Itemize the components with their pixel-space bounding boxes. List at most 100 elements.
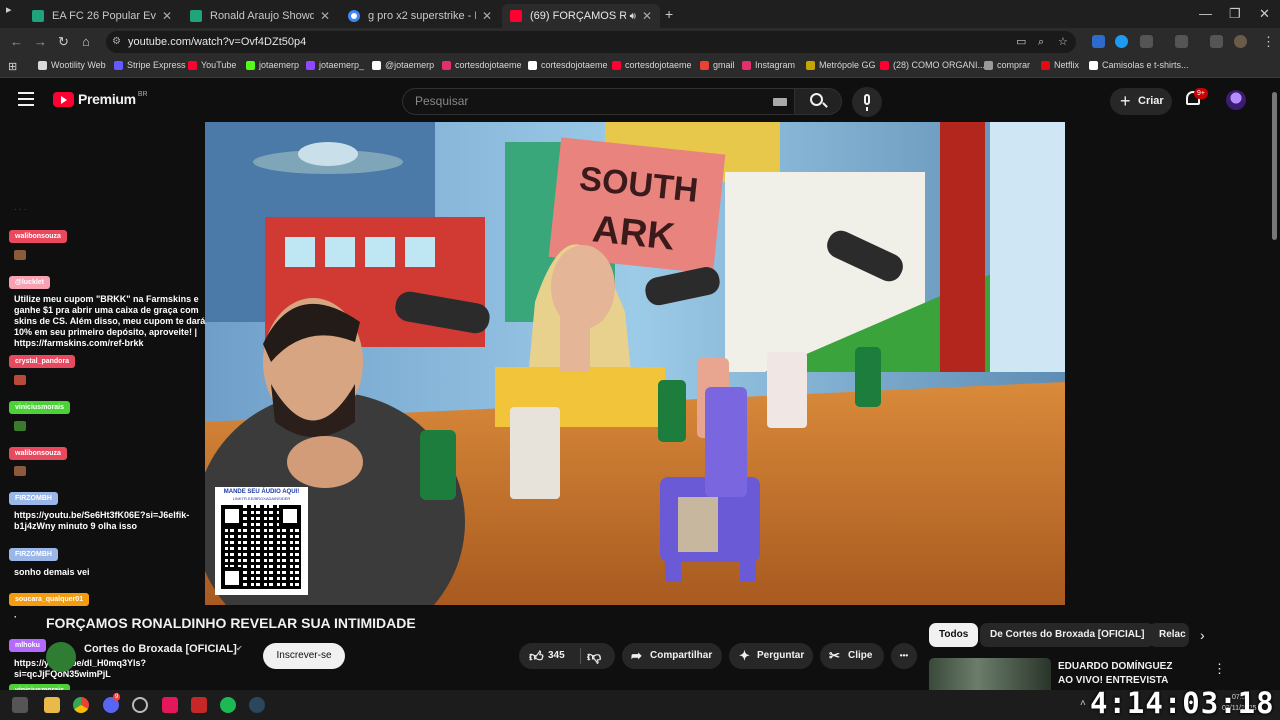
zoom-icon[interactable]: ⌕ <box>1038 31 1044 53</box>
hamburger-menu-icon[interactable] <box>18 92 34 106</box>
chat-username[interactable]: mlhoku <box>9 639 46 652</box>
chat-username[interactable]: FIRZOMBH <box>9 492 58 505</box>
profile-corner-icon[interactable]: ▸ <box>6 3 16 17</box>
like-count: 345 <box>548 650 565 661</box>
windows-start-icon[interactable] <box>12 697 28 713</box>
steam-icon[interactable] <box>249 697 265 713</box>
next-video-menu-icon[interactable]: ⋮ <box>1213 661 1226 677</box>
bookmark-label: YouTube <box>201 60 237 70</box>
reading-list-icon[interactable] <box>1210 35 1223 48</box>
bookmark-item[interactable]: jotaemerp <box>246 60 299 70</box>
bookmark-item[interactable]: cortesdojotaeme <box>612 60 692 70</box>
subscribe-button[interactable]: Inscrever-se <box>263 643 345 669</box>
address-bar[interactable]: ⚙︎ youtube.com/watch?v=Ovf4DZt50p4 ▭ ⌕ ☆ <box>106 31 1076 53</box>
chat-message: · <box>14 612 17 622</box>
apps-grid-icon[interactable]: ⊞ <box>8 60 17 73</box>
bookmark-item[interactable]: gmail <box>700 60 735 70</box>
tab-close-icon[interactable]: ✕ <box>162 9 172 23</box>
bookmark-item[interactable]: cortesdojotaeme <box>528 60 608 70</box>
close-window-icon[interactable]: ✕ <box>1259 6 1270 22</box>
search-input[interactable]: Pesquisar <box>402 88 794 115</box>
red-app-icon[interactable] <box>191 697 207 713</box>
new-tab-button[interactable]: + <box>665 6 673 22</box>
profile-avatar-icon[interactable] <box>1234 35 1247 48</box>
bookmark-item[interactable]: YouTube <box>188 60 236 70</box>
chip-all[interactable]: Todos <box>929 623 979 647</box>
bookmark-label: Metrópole GG <box>819 60 876 70</box>
chat-username[interactable]: walibonsouza <box>9 230 67 243</box>
chevron-right-icon[interactable]: › <box>1200 627 1205 643</box>
chat-username[interactable]: crystal_pandora <box>9 355 76 368</box>
chat-username[interactable]: walibonsouza <box>9 447 67 460</box>
tab-close-icon[interactable]: ✕ <box>642 9 652 23</box>
menu-kebab-icon[interactable]: ⋮ <box>1262 34 1275 50</box>
chat-username[interactable]: FIRZOMBH <box>9 548 58 561</box>
bookmark-item[interactable]: Wootility Web <box>38 60 106 70</box>
chip-related[interactable]: Relac <box>1149 623 1189 647</box>
tab-youtube-active[interactable]: (69) FORÇAMOS RONALDI 🔊︎ ✕ <box>502 4 660 28</box>
bookmark-item[interactable]: (28) COMO ORGANI... <box>880 60 985 70</box>
bookmark-item[interactable]: Netflix <box>1041 60 1079 70</box>
keyboard-icon[interactable] <box>773 98 787 106</box>
spotify-icon[interactable] <box>220 697 236 713</box>
reload-icon[interactable]: ↻ <box>58 34 69 50</box>
bookmark-item[interactable]: cortesdojotaeme <box>442 60 522 70</box>
bookmark-item[interactable]: comprar <box>984 60 1030 70</box>
bookmark-item[interactable]: jotaemerp_ <box>306 60 364 70</box>
channel-avatar[interactable] <box>46 642 76 672</box>
chat-username[interactable]: soucara_qualquer01 <box>9 593 90 606</box>
extension-wave-icon[interactable] <box>1092 35 1105 48</box>
more-actions-button[interactable]: ••• <box>891 643 917 669</box>
youtube-play-icon <box>53 91 74 107</box>
site-info-icon[interactable]: ⚙︎ <box>112 31 121 53</box>
restore-icon[interactable]: ❐ <box>1229 6 1241 22</box>
tab-ronald-araujo[interactable]: Ronald Araujo Showdown EA F ✕ <box>182 4 338 28</box>
bookmark-favicon-icon <box>442 60 451 70</box>
tray-chevron-icon[interactable]: ˄ <box>1080 698 1086 709</box>
tab-ea-fc-evolution[interactable]: EA FC 26 Popular Evolution Pla ✕ <box>24 4 180 28</box>
voice-search-button[interactable] <box>852 87 882 117</box>
chat-username[interactable]: @lucklet <box>9 276 51 289</box>
emote-icon <box>14 250 26 260</box>
account-avatar[interactable] <box>1226 90 1246 110</box>
bookmark-item[interactable]: Stripe Express <box>114 60 186 70</box>
speaker-icon[interactable]: 🔊︎ <box>630 11 636 22</box>
bookmark-star-icon[interactable]: ☆ <box>1058 31 1068 53</box>
bookmark-item[interactable]: @jotaemerp <box>372 60 434 70</box>
bookmark-item[interactable]: Camisolas e t-shirts... <box>1089 60 1189 70</box>
channel-name[interactable]: Cortes do Broxada [OFICIAL] <box>84 643 237 655</box>
dislike-button[interactable]: 👎︎ <box>587 643 601 669</box>
svg-text:ARK: ARK <box>590 208 677 258</box>
adobe-icon[interactable] <box>162 697 178 713</box>
forward-icon[interactable]: → <box>34 34 47 49</box>
home-icon[interactable]: ⌂ <box>82 34 90 49</box>
extension-blue-icon[interactable] <box>1115 35 1128 48</box>
extension-media-icon[interactable] <box>1175 35 1188 48</box>
youtube-logo[interactable]: Premium BR <box>53 91 148 107</box>
next-video-title[interactable]: EDUARDO DOMÍNGUEZ AO VIVO! ENTREVISTA CO… <box>1058 660 1188 688</box>
next-video-thumbnail[interactable] <box>929 658 1051 690</box>
extensions-puzzle-icon[interactable] <box>1140 35 1153 48</box>
chip-from-channel[interactable]: De Cortes do Broxada [OFICIAL] <box>980 623 1155 647</box>
minimize-icon[interactable]: — <box>1199 6 1212 21</box>
tab-google-search[interactable]: g pro x2 superstrike - Pesquisa ✕ <box>340 4 500 28</box>
back-icon[interactable]: ← <box>10 34 23 49</box>
ask-button[interactable]: ✦ Perguntar <box>729 643 813 669</box>
chrome-icon[interactable] <box>73 697 89 713</box>
file-explorer-icon[interactable] <box>44 697 60 713</box>
clip-button[interactable]: ✂ Clipe <box>820 643 884 669</box>
page-scrollbar[interactable] <box>1272 92 1277 240</box>
tab-close-icon[interactable]: ✕ <box>320 9 330 23</box>
like-button[interactable]: 👍︎ 345 <box>519 643 577 669</box>
share-button[interactable]: ➦ Compartilhar <box>622 643 722 669</box>
create-button[interactable]: + Criar <box>1110 88 1172 115</box>
bookmark-item[interactable]: Metrópole GG <box>806 60 876 70</box>
cast-icon[interactable]: ▭ <box>1016 31 1026 53</box>
bookmark-item[interactable]: Instagram <box>742 60 795 70</box>
chat-username[interactable]: viniciusmorais <box>9 401 71 414</box>
tab-close-icon[interactable]: ✕ <box>482 9 492 23</box>
video-player[interactable]: SOUTH ARK MANDE SEU ÁUDIO AQUI! LINKTR.E… <box>205 122 1065 605</box>
search-button[interactable] <box>794 88 842 115</box>
discord-badge: 9 <box>113 693 121 701</box>
clock-app-icon[interactable] <box>132 697 148 713</box>
